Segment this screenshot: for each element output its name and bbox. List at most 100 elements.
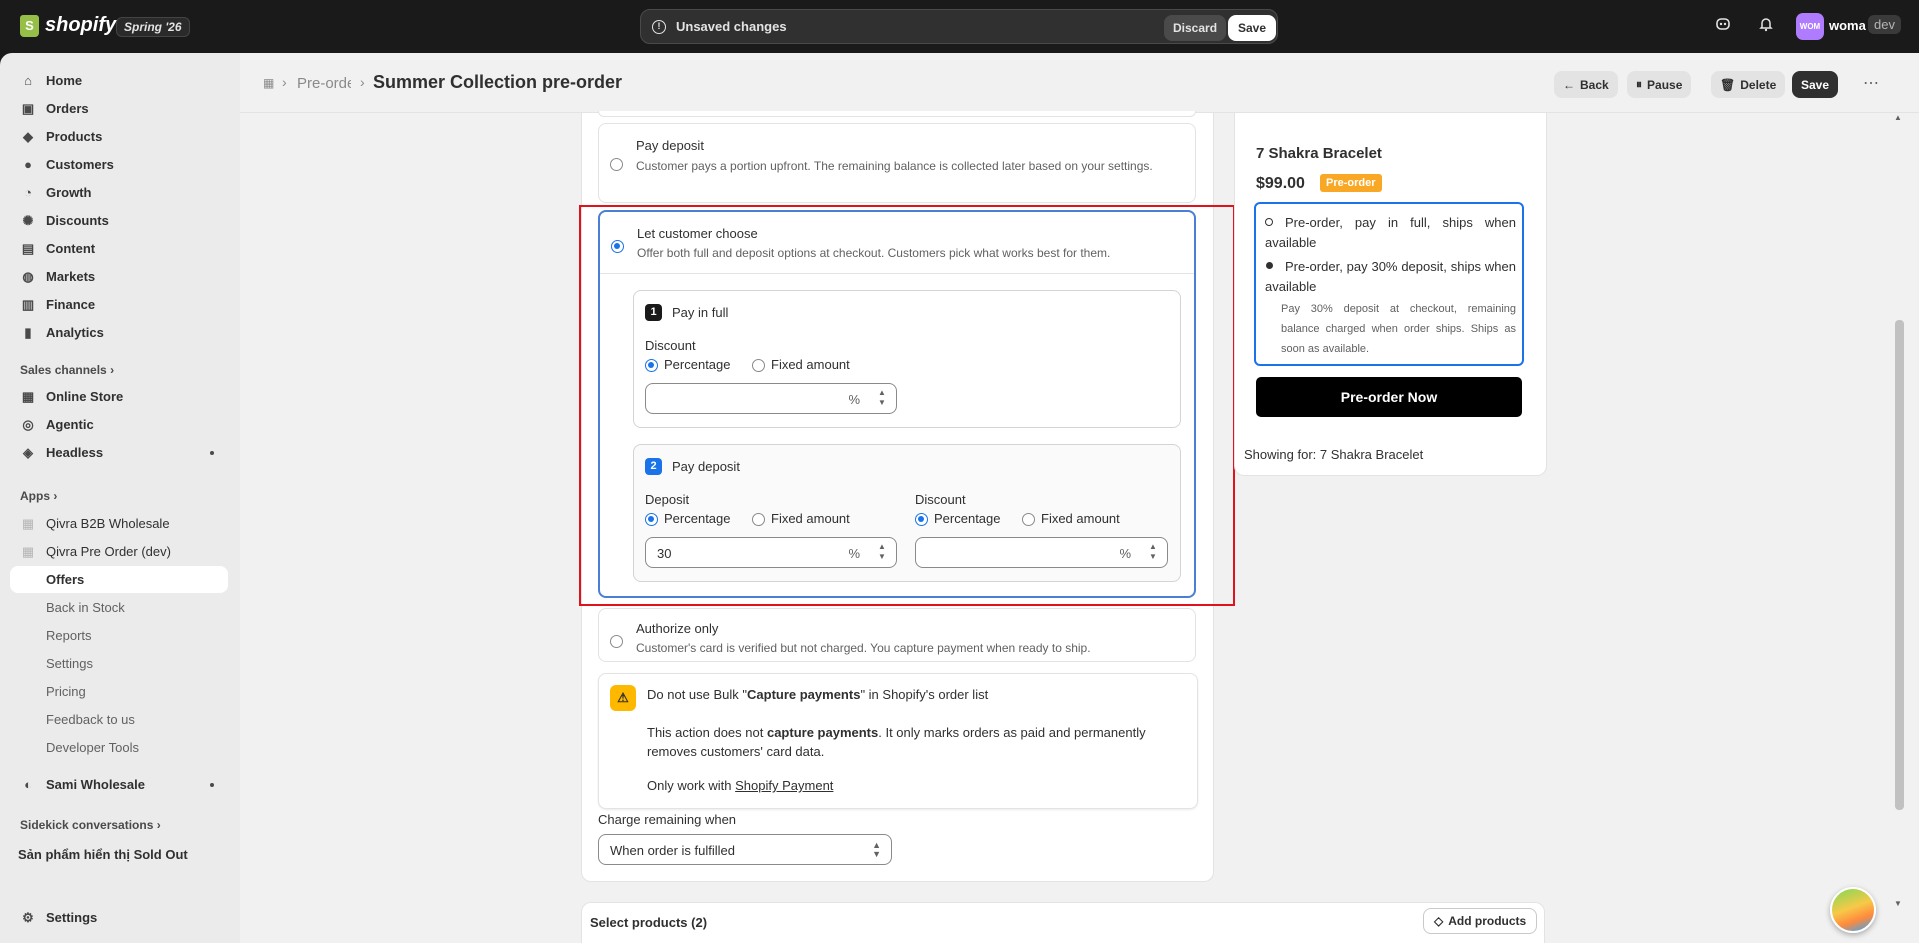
sidebar-item-home[interactable]: ⌂ Home	[10, 67, 228, 94]
app-icon: ◐	[24, 777, 32, 792]
sidebar-item-analytics[interactable]: ▮ Analytics	[10, 319, 228, 346]
top-bar: S shopify Spring '26 ! Unsaved changes D…	[0, 0, 1919, 53]
select-products-title: Select products (2)	[590, 915, 708, 930]
chevron-up-down-icon: ▲ ▼	[872, 840, 881, 859]
sales-channels-section[interactable]: Sales channels ›	[20, 363, 114, 377]
sidebar-subitem-offers[interactable]: Offers	[10, 566, 228, 593]
sidekick-label: Sidekick conversations	[20, 818, 154, 832]
sidebar-item-finance[interactable]: ▥ Finance	[10, 291, 228, 318]
sidebar-item-growth[interactable]: ◔ Growth	[10, 179, 228, 206]
header-save-button[interactable]: Save	[1792, 71, 1839, 98]
sidebar-item-markets[interactable]: ◍ Markets	[10, 263, 228, 290]
sidebar-item-label: Analytics	[46, 325, 104, 340]
preview-option-deposit[interactable]: Pre-order, pay 30% deposit, ships when a…	[1265, 257, 1516, 297]
sidebar-item-products[interactable]: ◆ Products	[10, 123, 228, 150]
bell-icon[interactable]	[1756, 16, 1776, 36]
sidebar-item-label: Online Store	[46, 389, 124, 404]
sidebar-item-sold-out[interactable]: Sản phẩm hiển thị Sold Out	[10, 841, 228, 868]
sidebar-item-discounts[interactable]: ✺ Discounts	[10, 207, 228, 234]
breadcrumb-separator-icon: ›	[360, 74, 365, 90]
sidebar-item-label: Home	[46, 73, 83, 88]
sidebar-item-label: Qivra B2B Wholesale	[46, 516, 170, 531]
delete-button[interactable]: 🗑 Delete	[1711, 71, 1786, 98]
status-dot	[210, 451, 214, 455]
shopify-bag-icon: S	[20, 14, 39, 37]
scroll-up-icon[interactable]: ▲	[1894, 113, 1902, 122]
chevron-right-icon: ›	[110, 363, 115, 377]
sidebar-subitem-developer-tools[interactable]: Developer Tools	[10, 734, 228, 761]
edition-badge: Spring '26	[116, 17, 190, 37]
pause-label: Pause	[1647, 77, 1683, 92]
shopify-payment-link[interactable]: Shopify Payment	[735, 778, 833, 793]
sidebar-item-label: Customers	[46, 157, 114, 172]
sidebar-item-qivra-b2b[interactable]: ▦ Qivra B2B Wholesale	[10, 510, 228, 537]
preorder-now-button[interactable]: Pre-order Now	[1256, 377, 1522, 417]
sidebar-item-label: Agentic	[46, 417, 94, 432]
sidekick-icon[interactable]	[1713, 16, 1733, 36]
sidebar-item-label: Growth	[46, 185, 92, 200]
charge-remaining-select[interactable]: When order is fulfilled ▲ ▼	[598, 834, 892, 865]
shopify-logo[interactable]: S shopify	[20, 14, 116, 37]
sidebar-item-sami-wholesale[interactable]: ◐ Sami Wholesale	[10, 771, 228, 798]
apps-label: Apps	[20, 489, 50, 503]
sidebar-subitem-back-in-stock[interactable]: Back in Stock	[10, 594, 228, 621]
warning-text: This action does not	[647, 725, 767, 740]
sidebar-item-customers[interactable]: ● Customers	[10, 151, 228, 178]
save-button[interactable]: Save	[1228, 15, 1277, 41]
warning-icon: ⚠	[610, 685, 636, 711]
sidebar-item-orders[interactable]: ▣ Orders	[10, 95, 228, 122]
app-icon: ▦	[21, 515, 35, 531]
sidebar-item-headless[interactable]: ◈ Headless	[10, 439, 228, 466]
sidebar-subitem-settings[interactable]: Settings	[10, 650, 228, 677]
apps-section[interactable]: Apps ›	[20, 489, 57, 503]
sidebar-item-settings[interactable]: ⚙ Settings	[10, 904, 228, 931]
sidebar-item-agentic[interactable]: ◎ Agentic	[10, 411, 228, 438]
sidebar-item-label: Headless	[46, 445, 104, 460]
option-description: Customer pays a portion upfront. The rem…	[636, 159, 1153, 173]
sidekick-section[interactable]: Sidekick conversations ›	[20, 818, 161, 832]
scroll-down-icon[interactable]: ▼	[1894, 899, 1902, 908]
more-actions-icon[interactable]: ⋯	[1863, 73, 1879, 93]
preview-option-full[interactable]: Pre-order, pay in full, ships when avail…	[1265, 213, 1516, 253]
page-header: ▦ › Pre-order › Summer Collection pre-or…	[240, 53, 1919, 113]
avatar[interactable]: WOM	[1796, 13, 1824, 40]
sidebar-item-content[interactable]: ▤ Content	[10, 235, 228, 262]
store-icon: ▦	[21, 388, 35, 404]
pause-button[interactable]: ⏸ Pause	[1627, 71, 1692, 98]
sidebar-subitem-feedback[interactable]: Feedback to us	[10, 706, 228, 733]
warning-line-1: Do not use Bulk "Capture payments" in Sh…	[647, 687, 988, 702]
bank-icon: ▥	[21, 296, 35, 312]
pause-icon: ⏸	[1636, 77, 1643, 91]
sidebar-subitem-reports[interactable]: Reports	[10, 622, 228, 649]
unsaved-text: Unsaved changes	[676, 19, 787, 34]
showing-for-text: Showing for: 7 Shakra Bracelet	[1244, 447, 1424, 462]
person-icon: ●	[24, 157, 32, 172]
option-pay-deposit[interactable]: Pay deposit Customer pays a portion upfr…	[598, 123, 1196, 203]
scrollbar-thumb[interactable]	[1895, 320, 1904, 810]
highlight-frame	[579, 205, 1235, 606]
preview-price: $99.00	[1256, 175, 1305, 192]
sidebar-item-online-store[interactable]: ▦ Online Store	[10, 383, 228, 410]
warning-bold-text: capture payments	[766, 725, 879, 740]
sidebar-subitem-pricing[interactable]: Pricing	[10, 678, 228, 705]
sidebar-item-label: Markets	[46, 269, 96, 284]
app-breadcrumb-icon[interactable]: ▦	[263, 76, 274, 90]
unsaved-changes-bar: ! Unsaved changes Discard Save	[640, 9, 1278, 44]
discard-button[interactable]: Discard	[1164, 15, 1227, 41]
back-button[interactable]: ← Back	[1554, 71, 1618, 98]
previous-option-edge	[598, 111, 1196, 117]
breadcrumb[interactable]: Pre-order	[297, 75, 351, 92]
pay-deposit-radio[interactable]	[610, 158, 623, 171]
growth-icon: ◔	[24, 185, 32, 200]
authorize-only-radio[interactable]	[610, 635, 623, 648]
sidebar-item-qivra-preorder[interactable]: ▦ Qivra Pre Order (dev)	[10, 538, 228, 565]
warning-text: Do not use Bulk "	[647, 687, 748, 702]
floating-assistant-icon[interactable]	[1830, 887, 1876, 933]
add-products-button[interactable]: ◇ Add products	[1423, 908, 1538, 934]
preview-option-note: Pay 30% deposit at checkout, remaining b…	[1281, 303, 1516, 355]
logo-text: shopify	[45, 14, 117, 36]
sidebar-item-label: Settings	[46, 910, 98, 925]
option-authorize-only[interactable]: Authorize only Customer's card is verifi…	[598, 608, 1196, 662]
store-name[interactable]: woma	[1829, 18, 1866, 33]
app-icon: ▦	[21, 543, 35, 559]
